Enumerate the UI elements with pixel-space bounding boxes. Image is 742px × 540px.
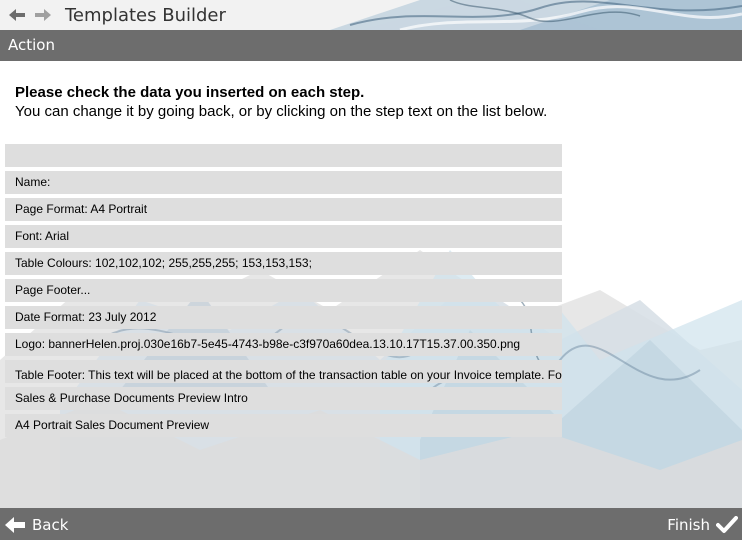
step-item-preview-intro[interactable]: Sales & Purchase Documents Preview Intro: [5, 387, 562, 410]
steps-list-header: [5, 144, 562, 167]
bottom-nav-bar: Back Finish: [0, 508, 742, 540]
step-item-name[interactable]: Name:: [5, 171, 562, 194]
checkmark-icon: [716, 516, 738, 533]
back-label: Back: [32, 516, 69, 534]
nav-forward-icon[interactable]: [34, 6, 52, 24]
instructions-title: Please check the data you inserted on ea…: [15, 84, 365, 101]
step-item-date-format[interactable]: Date Format: 23 July 2012: [5, 306, 562, 329]
steps-list: Name: Page Format: A4 Portrait Font: Ari…: [5, 144, 562, 441]
title-bar: Templates Builder: [0, 0, 742, 30]
step-item-table-colours[interactable]: Table Colours: 102,102,102; 255,255,255;…: [5, 252, 562, 275]
back-button[interactable]: Back: [4, 514, 68, 536]
section-header: Action: [0, 30, 742, 61]
finish-button[interactable]: Finish: [667, 514, 738, 536]
step-item-sales-preview[interactable]: A4 Portrait Sales Document Preview: [5, 414, 562, 437]
nav-back-icon[interactable]: [8, 6, 26, 24]
instructions-subtitle: You can change it by going back, or by c…: [15, 103, 548, 120]
section-title: Action: [8, 36, 55, 54]
step-item-page-footer[interactable]: Page Footer...: [5, 279, 562, 302]
finish-label: Finish: [667, 516, 710, 534]
step-item-font[interactable]: Font: Arial: [5, 225, 562, 248]
app-title: Templates Builder: [65, 5, 226, 26]
step-item-table-footer[interactable]: Table Footer: This text will be placed a…: [5, 360, 562, 383]
back-arrow-icon: [5, 517, 25, 533]
step-item-logo[interactable]: Logo: bannerHelen.proj.030e16b7-5e45-474…: [5, 333, 562, 356]
step-item-page-format[interactable]: Page Format: A4 Portrait: [5, 198, 562, 221]
